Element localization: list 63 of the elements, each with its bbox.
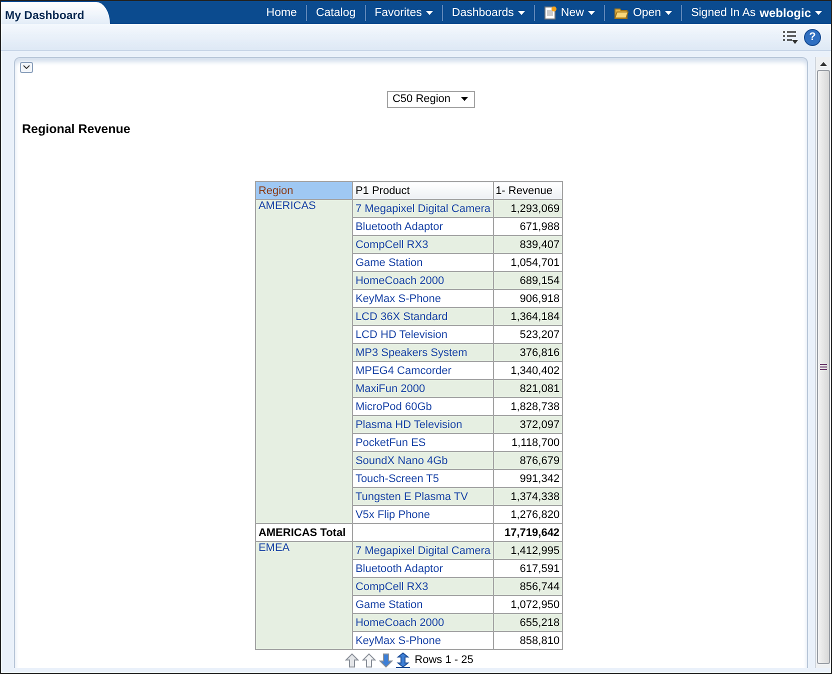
user-menu[interactable]: Signed In As weblogic (681, 4, 831, 20)
revenue-cell: 856,744 (493, 578, 562, 596)
nav-menu-item[interactable]: Catalog (306, 4, 365, 20)
scroll-up-icon[interactable] (820, 62, 827, 66)
first-page-icon[interactable] (344, 652, 359, 668)
total-revenue-cell: 17,719,642 (493, 524, 562, 542)
product-cell[interactable]: CompCell RX3 (352, 578, 494, 596)
revenue-cell: 1,293,069 (493, 200, 562, 218)
caret-icon (460, 97, 468, 102)
previous-page-icon[interactable] (362, 652, 376, 668)
folder-icon (614, 6, 629, 18)
region-dropdown[interactable]: C50 Region (387, 90, 475, 108)
product-cell[interactable]: SoundX Nano 4Gb (352, 452, 494, 470)
revenue-cell: 689,154 (493, 272, 562, 290)
region-cell[interactable]: AMERICAS (256, 200, 353, 524)
revenue-cell: 372,097 (493, 416, 562, 434)
dashboard-tab[interactable]: My Dashboard (1, 2, 110, 24)
help-icon[interactable]: ? (804, 28, 821, 46)
report-title: Regional Revenue (22, 122, 130, 136)
scrollbar-thumb[interactable] (817, 70, 830, 664)
collapse-button[interactable] (20, 62, 33, 73)
revenue-cell: 1,364,184 (493, 308, 562, 326)
revenue-cell: 376,816 (493, 344, 562, 362)
grip-icon (820, 364, 827, 370)
caret-icon (518, 10, 525, 14)
caret-icon (426, 10, 433, 14)
product-cell[interactable]: HomeCoach 2000 (352, 272, 494, 290)
revenue-cell: 821,081 (493, 380, 562, 398)
revenue-cell: 858,810 (493, 632, 562, 650)
product-cell[interactable]: Tungsten E Plasma TV (352, 488, 494, 506)
caret-icon (588, 10, 595, 14)
revenue-cell: 1,412,995 (493, 542, 562, 560)
revenue-cell: 876,679 (493, 452, 562, 470)
nav-menu-item[interactable]: Open (604, 4, 682, 20)
revenue-cell: 655,218 (493, 614, 562, 632)
nav-menu-item[interactable]: Dashboards (442, 4, 534, 20)
caret-icon (815, 10, 822, 14)
region-cell[interactable]: EMEA (256, 542, 353, 650)
product-cell[interactable]: CompCell RX3 (352, 236, 494, 254)
next-page-icon[interactable] (378, 652, 393, 668)
column-header[interactable]: Region (256, 182, 353, 200)
total-label-cell: AMERICAS Total (256, 524, 353, 542)
product-cell[interactable]: LCD 36X Standard (352, 308, 494, 326)
revenue-cell: 839,407 (493, 236, 562, 254)
column-header[interactable]: 1- Revenue (493, 182, 562, 200)
product-cell[interactable]: MaxiFun 2000 (352, 380, 494, 398)
product-cell[interactable]: 7 Megapixel Digital Camera (352, 542, 494, 560)
rows-count: Rows 1 - 25 (414, 654, 474, 666)
nav-menu-item[interactable]: Home (257, 4, 306, 20)
nav-menu-item[interactable]: Favorites (364, 4, 442, 20)
product-cell[interactable]: Plasma HD Television (352, 416, 494, 434)
revenue-cell: 1,374,338 (493, 488, 562, 506)
product-cell[interactable]: 7 Megapixel Digital Camera (352, 200, 494, 218)
list-options-icon[interactable] (782, 30, 798, 44)
new-page-icon (544, 6, 557, 20)
product-cell[interactable]: KeyMax S-Phone (352, 632, 494, 650)
product-cell[interactable]: HomeCoach 2000 (352, 614, 494, 632)
chevron-icon (23, 65, 30, 70)
all-rows-icon[interactable] (396, 652, 410, 668)
product-cell[interactable]: MP3 Speakers System (352, 344, 494, 362)
nav-menu-item[interactable]: New (534, 4, 604, 20)
caret-icon (665, 10, 672, 14)
column-header[interactable]: P1 Product (352, 182, 494, 200)
